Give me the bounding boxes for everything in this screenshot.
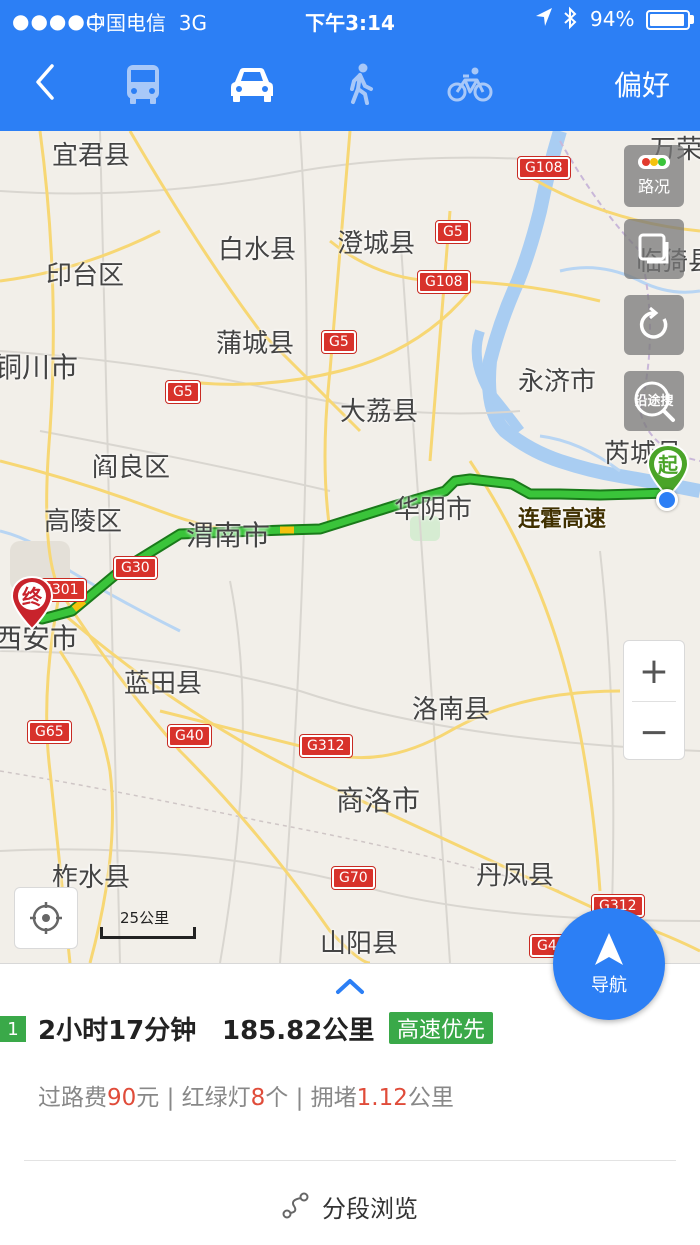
place-label: 商洛市 <box>336 784 421 817</box>
place-label: 渭南市 <box>186 519 271 552</box>
zoom-control: + − <box>623 640 685 760</box>
layers-button[interactable] <box>624 219 684 279</box>
mode-car-button[interactable] <box>224 58 280 110</box>
route-tag: 高速优先 <box>389 1012 494 1044</box>
road-shield: G40 <box>167 724 212 748</box>
route-segments-icon <box>282 1192 309 1219</box>
bus-icon <box>127 65 159 104</box>
route-distance: 185.82公里 <box>222 1016 375 1046</box>
battery-percent: 94% <box>590 7 635 31</box>
place-label: 大荔县 <box>340 397 419 427</box>
chevron-left-icon <box>36 64 54 100</box>
refresh-icon <box>639 307 668 339</box>
place-label: 阎良区 <box>92 453 171 483</box>
route-duration: 2小时17分钟 <box>38 1016 197 1046</box>
place-label: 印台区 <box>46 261 125 291</box>
place-label: 山阳县 <box>320 929 399 959</box>
highway-name: 连霍高速 <box>518 507 607 532</box>
locate-me-button[interactable] <box>14 887 78 949</box>
place-label: 高陵区 <box>44 507 123 537</box>
status-bar: ●●●●○ 中国电信 3G 下午3:14 94% <box>0 0 700 38</box>
mode-bike-button[interactable] <box>442 58 498 110</box>
current-location-dot <box>656 489 678 511</box>
road-shield: G5 <box>435 220 471 244</box>
along-route-search-button[interactable]: 沿途搜 <box>624 371 684 431</box>
car-icon <box>231 68 273 102</box>
road-shield: G70 <box>331 866 376 890</box>
place-label: 蓝田县 <box>124 669 203 699</box>
road-shield: G312 <box>299 734 353 758</box>
nav-bar: 偏好 <box>0 40 700 130</box>
road-shield: G5 <box>165 380 201 404</box>
battery-icon <box>646 10 690 30</box>
place-label: 永济市 <box>518 367 597 397</box>
mode-walk-button[interactable] <box>333 58 389 110</box>
route-map[interactable]: 宜君县 白水县 澄城县 印台区 蒲城县 铜川市 大荔县 永济市 阎良区 高陵区 … <box>0 131 700 963</box>
road-shield: G65 <box>27 720 72 744</box>
place-label: 丹凤县 <box>476 861 555 891</box>
route-index-badge: 1 <box>0 1016 26 1042</box>
place-label: 华阴市 <box>394 495 473 525</box>
layers-icon <box>638 233 669 264</box>
place-label: 蒲城县 <box>216 329 295 359</box>
preference-button[interactable]: 偏好 <box>614 64 670 104</box>
road-shield: G108 <box>517 156 571 180</box>
road-shield: G108 <box>417 270 471 294</box>
crosshair-icon <box>30 902 62 934</box>
place-label: 白水县 <box>218 235 297 265</box>
place-label: 澄城县 <box>337 229 416 259</box>
bike-icon <box>447 67 493 102</box>
place-label: 洛南县 <box>412 695 491 725</box>
location-arrow-icon <box>534 6 554 33</box>
start-label: 起 <box>658 453 678 477</box>
place-label: 铜川市 <box>0 351 79 384</box>
traffic-light-icon <box>638 155 670 169</box>
end-marker[interactable]: 终 <box>10 575 54 637</box>
top-bar: ●●●●○ 中国电信 3G 下午3:14 94% 偏好 <box>0 0 700 131</box>
place-label: 宜君县 <box>52 141 131 171</box>
mode-bus-button[interactable] <box>115 58 171 110</box>
expand-panel-button[interactable] <box>333 974 367 996</box>
chevron-up-icon <box>336 979 364 994</box>
segment-browse-button[interactable]: 分段浏览 <box>0 1186 700 1226</box>
bluetooth-icon <box>562 6 578 35</box>
zoom-in-button[interactable]: + <box>624 641 684 701</box>
refresh-button[interactable] <box>624 295 684 355</box>
traffic-toggle-button[interactable]: 路况 <box>624 145 684 207</box>
road-shield: G30 <box>113 556 158 580</box>
end-label: 终 <box>22 585 42 609</box>
start-navigation-button[interactable]: 导航 <box>553 908 665 1020</box>
route-stats: 过路费90元 | 红绿灯8个 | 拥堵1.12公里 <box>38 1085 454 1111</box>
walk-icon <box>350 63 373 105</box>
zoom-out-button[interactable]: − <box>624 702 684 762</box>
road-shield: G5 <box>321 330 357 354</box>
navigation-arrow-icon <box>595 933 623 965</box>
back-button[interactable] <box>22 58 70 106</box>
map-scale: 25公里 <box>100 907 196 941</box>
